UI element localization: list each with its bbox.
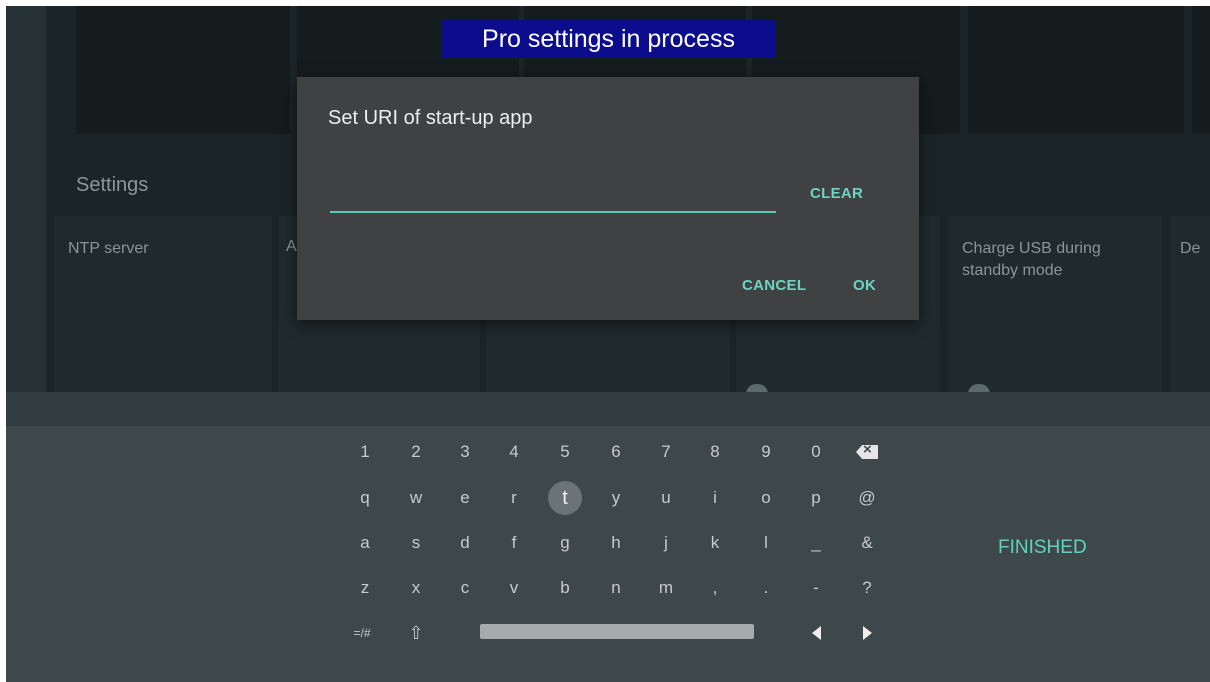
setting-tile-ntp-server[interactable]: NTP server [54, 216, 272, 392]
key[interactable]: a [348, 526, 382, 560]
app-tile[interactable] [1192, 6, 1210, 134]
key[interactable]: e [448, 481, 482, 515]
key[interactable]: 6 [599, 435, 633, 469]
key[interactable]: p [799, 481, 833, 515]
key[interactable]: x [399, 571, 433, 605]
setting-tile[interactable]: De [1170, 216, 1210, 392]
app-tile[interactable] [76, 6, 290, 134]
key[interactable]: . [749, 571, 783, 605]
space-bar[interactable] [480, 624, 754, 639]
on-screen-keyboard: 1 2 3 4 5 6 7 8 9 0 q w e r t y u i o p @ a s d f g h j k l _ & z x c v b n m,… [6, 426, 1210, 682]
ok-button[interactable]: OK [853, 277, 876, 294]
key[interactable]: - [799, 571, 833, 605]
key[interactable]: b [548, 571, 582, 605]
key[interactable]: 3 [448, 435, 482, 469]
key[interactable]: d [448, 526, 482, 560]
key[interactable]: 8 [698, 435, 732, 469]
key[interactable]: @ [850, 481, 884, 515]
uri-input[interactable] [330, 189, 776, 213]
setting-tile-label: NTP server [68, 240, 149, 257]
key[interactable]: 0 [799, 435, 833, 469]
key[interactable]: 9 [749, 435, 783, 469]
key[interactable]: z [348, 571, 382, 605]
key[interactable]: g [548, 526, 582, 560]
key[interactable]: 5 [548, 435, 582, 469]
setting-tile-label: A [286, 238, 297, 255]
key[interactable]: m [649, 571, 683, 605]
key[interactable]: ? [850, 571, 884, 605]
left-edge-panel [6, 6, 46, 392]
setting-tile-label: Charge USB during standby mode [962, 240, 1101, 279]
key[interactable]: & [850, 526, 884, 560]
status-banner: Pro settings in process [442, 20, 775, 58]
shift-key[interactable]: ⇧ [399, 616, 433, 650]
key[interactable]: v [497, 571, 531, 605]
key[interactable]: j [649, 526, 683, 560]
key[interactable]: 7 [649, 435, 683, 469]
key[interactable]: 1 [348, 435, 382, 469]
key[interactable]: f [497, 526, 531, 560]
setting-tile-label: De [1180, 240, 1201, 257]
key[interactable]: u [649, 481, 683, 515]
key[interactable]: l [749, 526, 783, 560]
backspace-icon [856, 445, 878, 459]
key[interactable]: i [698, 481, 732, 515]
key[interactable]: s [399, 526, 433, 560]
finished-button[interactable]: FINISHED [998, 537, 1087, 559]
setting-tile-charge-usb[interactable]: Charge USB during standby mode [948, 216, 1162, 394]
key[interactable]: , [698, 571, 732, 605]
uri-dialog: Set URI of start-up app CLEAR CANCEL OK [297, 77, 919, 320]
arrow-left-icon [811, 626, 821, 640]
key[interactable]: k [698, 526, 732, 560]
arrow-right-icon [862, 626, 872, 640]
tv-screen: Settings NTP server A Charge USB during … [6, 6, 1210, 682]
symbols-key[interactable]: =/# [345, 616, 379, 650]
dialog-title: Set URI of start-up app [328, 107, 533, 129]
key[interactable]: h [599, 526, 633, 560]
key[interactable]: _ [799, 526, 833, 560]
shift-icon: ⇧ [408, 622, 424, 643]
key[interactable]: t [548, 481, 582, 515]
cancel-button[interactable]: CANCEL [742, 277, 806, 294]
clear-button[interactable]: CLEAR [810, 185, 863, 202]
cursor-right-key[interactable] [850, 616, 884, 650]
key[interactable]: r [497, 481, 531, 515]
key[interactable]: 2 [399, 435, 433, 469]
key[interactable]: q [348, 481, 382, 515]
settings-section-label: Settings [76, 174, 149, 196]
key[interactable]: c [448, 571, 482, 605]
key[interactable]: o [749, 481, 783, 515]
key[interactable]: n [599, 571, 633, 605]
key[interactable]: w [399, 481, 433, 515]
keyboard-top-band [6, 392, 1210, 426]
app-tile[interactable] [968, 6, 1184, 134]
backspace-key[interactable] [850, 435, 884, 469]
cursor-left-key[interactable] [799, 616, 833, 650]
key[interactable]: y [599, 481, 633, 515]
key[interactable]: 4 [497, 435, 531, 469]
